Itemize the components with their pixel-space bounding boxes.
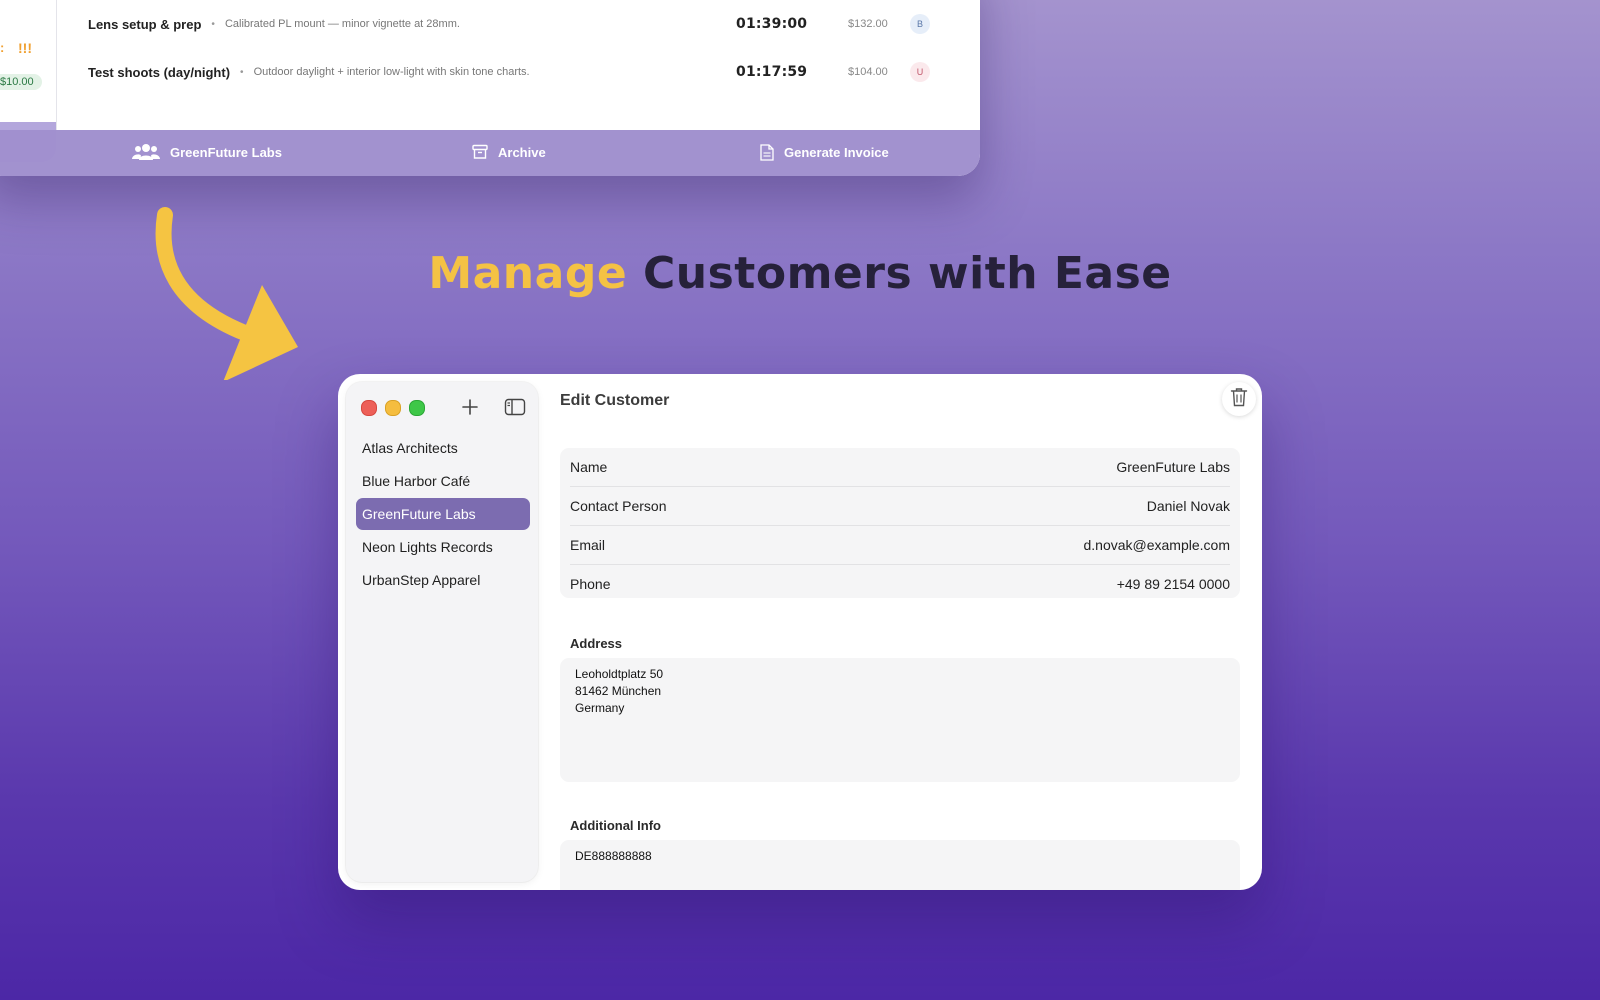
bottom-toolbar: GreenFuture Labs Archive Generate Invoic… bbox=[0, 130, 980, 176]
email-row: Email d.novak@example.com bbox=[570, 526, 1230, 565]
priority-marks: !!! bbox=[18, 40, 32, 56]
customer-list-item-selected[interactable]: GreenFuture Labs bbox=[356, 498, 530, 530]
stub-text: : bbox=[0, 40, 5, 55]
field-label: Name bbox=[570, 459, 608, 475]
entry-price: $104.00 bbox=[848, 66, 888, 78]
customer-button[interactable]: GreenFuture Labs bbox=[132, 130, 282, 174]
email-field[interactable]: d.novak@example.com bbox=[1083, 537, 1230, 553]
amount-badge: $10.00 bbox=[0, 74, 42, 90]
customer-details-group: Name GreenFuture Labs Contact Person Dan… bbox=[560, 448, 1240, 598]
customer-sidebar: Atlas Architects Blue Harbor Café GreenF… bbox=[346, 382, 538, 882]
additional-info-label: Additional Info bbox=[570, 818, 661, 833]
headline: Manage Customers with Ease bbox=[0, 248, 1600, 299]
archive-icon bbox=[472, 144, 488, 160]
customer-list-item[interactable]: UrbanStep Apparel bbox=[356, 564, 530, 596]
trash-icon bbox=[1230, 387, 1248, 412]
page-title: Edit Customer bbox=[560, 392, 670, 409]
phone-row: Phone +49 89 2154 0000 bbox=[570, 565, 1230, 603]
plus-icon[interactable] bbox=[458, 395, 482, 424]
phone-field[interactable]: +49 89 2154 0000 bbox=[1117, 576, 1230, 592]
contact-person-row: Contact Person Daniel Novak bbox=[570, 487, 1230, 526]
customer-list-item[interactable]: Neon Lights Records bbox=[356, 531, 530, 563]
name-row: Name GreenFuture Labs bbox=[570, 448, 1230, 487]
generate-invoice-button[interactable]: Generate Invoice bbox=[760, 130, 889, 174]
address-label: Address bbox=[570, 636, 623, 651]
field-label: Phone bbox=[570, 576, 611, 592]
headline-accent: Manage bbox=[428, 248, 628, 299]
customer-button-label: GreenFuture Labs bbox=[170, 144, 282, 160]
customer-list: Atlas Architects Blue Harbor Café GreenF… bbox=[356, 432, 530, 597]
field-label: Email bbox=[570, 537, 606, 553]
archive-button[interactable]: Archive bbox=[472, 130, 546, 174]
entry-description: Calibrated PL mount — minor vignette at … bbox=[224, 18, 460, 30]
close-window-button[interactable] bbox=[361, 400, 377, 416]
time-entry-row[interactable]: Lens setup & prep • Calibrated PL mount … bbox=[88, 9, 948, 39]
generate-invoice-label: Generate Invoice bbox=[784, 144, 889, 160]
top-window: : !!! $10.00 Lens setup & prep • Calibra… bbox=[0, 0, 980, 176]
entry-duration: 01:39:00 bbox=[736, 16, 808, 32]
entry-title: Lens setup & prep bbox=[88, 16, 202, 32]
sidebar-toggle-icon[interactable] bbox=[503, 395, 527, 424]
entry-title: Test shoots (day/night) bbox=[88, 64, 231, 80]
customer-list-item[interactable]: Blue Harbor Café bbox=[356, 465, 530, 497]
entry-badge: U bbox=[910, 62, 930, 82]
archive-button-label: Archive bbox=[498, 144, 546, 160]
entry-badge: B bbox=[910, 14, 930, 34]
entry-separator: • bbox=[240, 66, 244, 78]
delete-customer-button[interactable] bbox=[1222, 382, 1256, 416]
field-label: Contact Person bbox=[570, 498, 667, 514]
entry-duration: 01:17:59 bbox=[736, 64, 808, 80]
minimize-window-button[interactable] bbox=[385, 400, 401, 416]
edit-customer-window: Atlas Architects Blue Harbor Café GreenF… bbox=[338, 374, 1262, 890]
document-icon bbox=[760, 143, 774, 161]
address-textarea[interactable]: Leoholdtplatz 50 81462 München Germany bbox=[560, 658, 1240, 782]
customer-form: Edit Customer Name GreenFuture Labs Cont… bbox=[560, 374, 1262, 890]
name-field[interactable]: GreenFuture Labs bbox=[1116, 459, 1230, 475]
customer-list-item[interactable]: Atlas Architects bbox=[356, 432, 530, 464]
contact-person-field[interactable]: Daniel Novak bbox=[1147, 498, 1230, 514]
entry-price: $132.00 bbox=[848, 18, 888, 30]
headline-rest: Customers with Ease bbox=[643, 248, 1172, 299]
entry-description: Outdoor daylight + interior low-light wi… bbox=[253, 66, 530, 78]
additional-info-textarea[interactable]: DE888888888 bbox=[560, 840, 1240, 890]
zoom-window-button[interactable] bbox=[409, 400, 425, 416]
time-entry-row[interactable]: Test shoots (day/night) • Outdoor daylig… bbox=[88, 57, 948, 87]
people-icon bbox=[132, 143, 160, 161]
entry-separator: • bbox=[211, 18, 215, 30]
